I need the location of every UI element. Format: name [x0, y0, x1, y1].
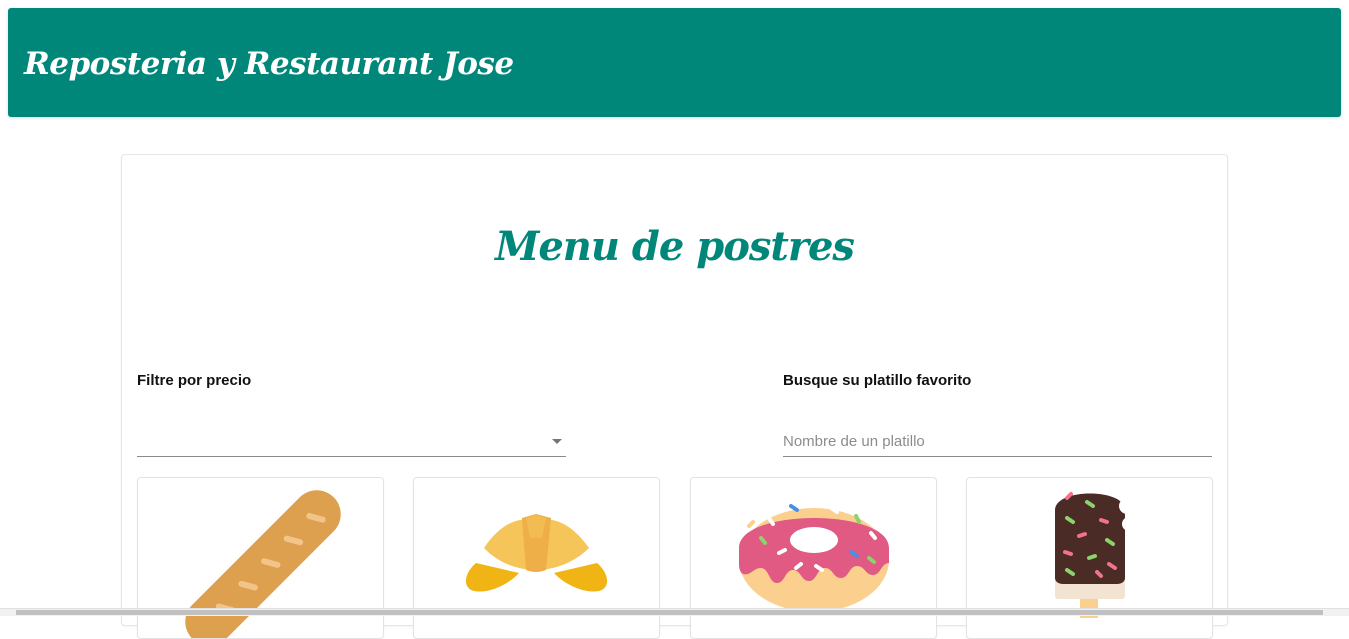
search-label: Busque su platillo favorito — [783, 372, 972, 389]
dropdown-arrow-icon — [552, 439, 562, 444]
search-input[interactable] — [783, 427, 1212, 457]
menu-card: Menu de postres Filtre por precio Busque… — [121, 154, 1228, 639]
price-filter-select[interactable] — [137, 427, 566, 457]
app-header: Reposteria y Restaurant Jose — [8, 8, 1341, 117]
site-title: Reposteria y Restaurant Jose — [24, 46, 514, 82]
scrollbar-thumb[interactable] — [16, 610, 1323, 615]
price-filter-label: Filtre por precio — [137, 372, 252, 389]
page-title: Menu de postres — [495, 223, 855, 270]
